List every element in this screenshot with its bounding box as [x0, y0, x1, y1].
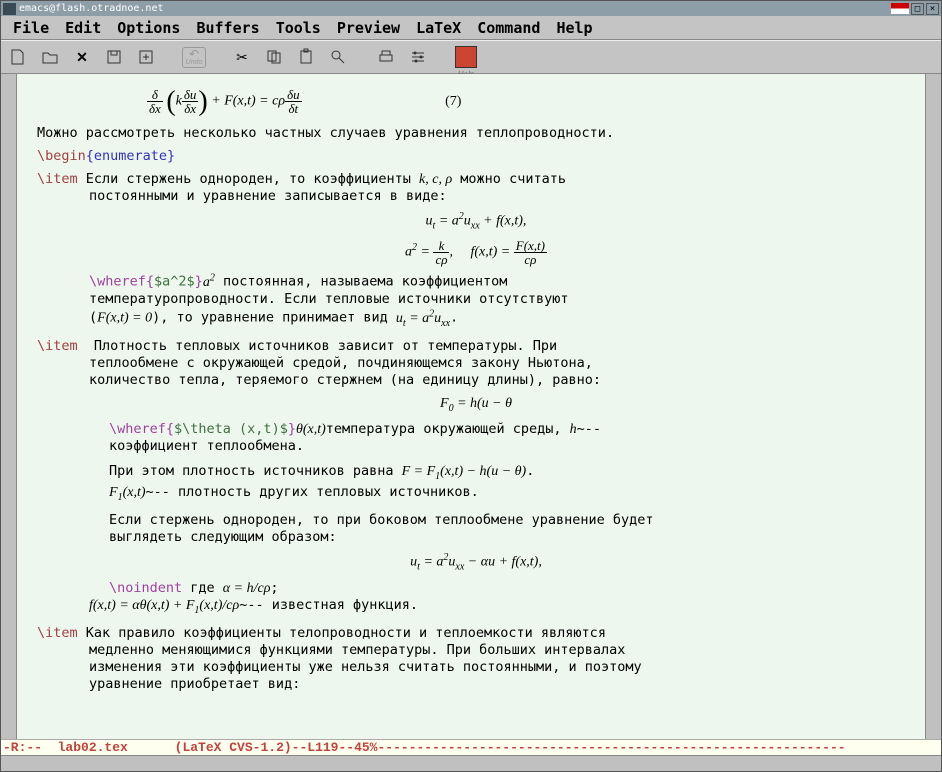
undo-icon[interactable]: ↶ Undo — [183, 46, 205, 68]
item-3-line4: уравнение приобретает вид: — [37, 676, 915, 693]
noindent-line2: f(x,t) = αθ(x,t) + F1(x,t)/cρ~-- известн… — [37, 597, 915, 617]
maximize-icon[interactable]: □ — [911, 3, 924, 15]
print-icon[interactable] — [375, 46, 397, 68]
noindent-line: \noindent где α = h/cρ; — [37, 580, 915, 598]
menu-file[interactable]: File — [7, 17, 55, 39]
item-2-wheref: \wheref{$\theta (x,t)$}θ(x,t)температура… — [37, 421, 915, 439]
search-icon[interactable] — [327, 46, 349, 68]
menu-buffers[interactable]: Buffers — [190, 17, 265, 39]
item-2-p4b: выглядеть следующим образом: — [37, 529, 915, 546]
save-icon[interactable] — [103, 46, 125, 68]
titlebar[interactable]: emacs@flash.otradnoe.net □ × — [1, 1, 941, 16]
item-3: \item Как правило коэффициенты телопрово… — [37, 625, 915, 642]
item-2-p4a: Если стержень однороден, то при боковом … — [37, 512, 915, 529]
menu-options[interactable]: Options — [111, 17, 186, 39]
cut-icon[interactable]: ✂ — [231, 46, 253, 68]
equation-item1a: ut = a2uxx + f(x,t), — [37, 211, 915, 233]
left-fringe — [1, 74, 17, 739]
kill-buffer-icon[interactable]: ✕ — [71, 46, 93, 68]
item-1-line2: постоянными и уравнение записывается в в… — [37, 188, 915, 205]
menu-preview[interactable]: Preview — [331, 17, 406, 39]
item-2-p3c: F1(x,t)~-- плотность других тепловых ист… — [37, 484, 915, 504]
emacs-window: emacs@flash.otradnoe.net □ × File Edit O… — [0, 0, 942, 772]
toolbar: ✕ ↶ Undo ✂ — [1, 40, 941, 74]
help-portrait-icon[interactable]: Help — [455, 46, 477, 68]
open-file-icon[interactable] — [39, 46, 61, 68]
menu-command[interactable]: Command — [471, 17, 546, 39]
item-1: \item Если стержень однороден, то коэффи… — [37, 171, 915, 189]
paste-icon[interactable] — [295, 46, 317, 68]
item-1-text-b: температуропроводности. Если тепловые ис… — [37, 291, 915, 308]
item-1-wheref: \wheref{$a^2$}a2 постоянная, называема к… — [37, 272, 915, 291]
save-as-icon[interactable] — [135, 46, 157, 68]
item-2: \item Плотность тепловых источников зави… — [37, 338, 915, 355]
item-3-line2: медленно меняющимися функциями температу… — [37, 642, 915, 659]
equation-item2a: F0 = h(u − θ — [37, 395, 915, 415]
equation-item1b: a2 = kcρ, f(x,t) = F(x,t)cρ — [37, 239, 915, 266]
close-icon[interactable]: × — [926, 3, 939, 15]
item-1-text-c: (F(x,t) = 0), то уравнение принимает вид… — [37, 308, 915, 330]
menu-tools[interactable]: Tools — [270, 17, 327, 39]
menubar: File Edit Options Buffers Tools Preview … — [1, 16, 941, 40]
scrollbar[interactable] — [925, 74, 941, 739]
menu-help[interactable]: Help — [550, 17, 598, 39]
item-2-line2: теплообмене с окружающей средой, почдиня… — [37, 355, 915, 372]
intro-text: Можно рассмотреть несколько частных случ… — [37, 125, 915, 142]
equation-item2b: ut = a2uxx − αu + f(x,t), — [37, 552, 915, 574]
window-title: emacs@flash.otradnoe.net — [19, 3, 164, 14]
new-file-icon[interactable] — [7, 46, 29, 68]
preferences-icon[interactable] — [407, 46, 429, 68]
minibuffer[interactable] — [1, 755, 941, 771]
menu-edit[interactable]: Edit — [59, 17, 107, 39]
modeline[interactable]: -R:-- lab02.tex (LaTeX CVS-1.2)--L119--4… — [1, 739, 941, 755]
item-3-line3: изменения эти коэффициенты уже нельзя сч… — [37, 659, 915, 676]
item-2-text-c: коэффициент теплообмена. — [37, 438, 915, 455]
copy-icon[interactable] — [263, 46, 285, 68]
menu-latex[interactable]: LaTeX — [410, 17, 467, 39]
text-buffer[interactable]: δδx (kδuδx) + F(x,t) = cρδuδt (7) Можно … — [17, 74, 925, 739]
item-2-line3: количество тепла, теряемого стержнем (на… — [37, 372, 915, 389]
begin-enumerate: \begin{enumerate} — [37, 148, 915, 165]
language-flag-icon[interactable] — [891, 3, 909, 14]
system-menu-icon[interactable] — [3, 3, 16, 15]
item-2-p3: При этом плотность источников равна F = … — [37, 463, 915, 483]
equation-7: δδx (kδuδx) + F(x,t) = cρδuδt (7) — [37, 84, 915, 119]
editor-area: δδx (kδuδx) + F(x,t) = cρδuδt (7) Можно … — [1, 74, 941, 739]
